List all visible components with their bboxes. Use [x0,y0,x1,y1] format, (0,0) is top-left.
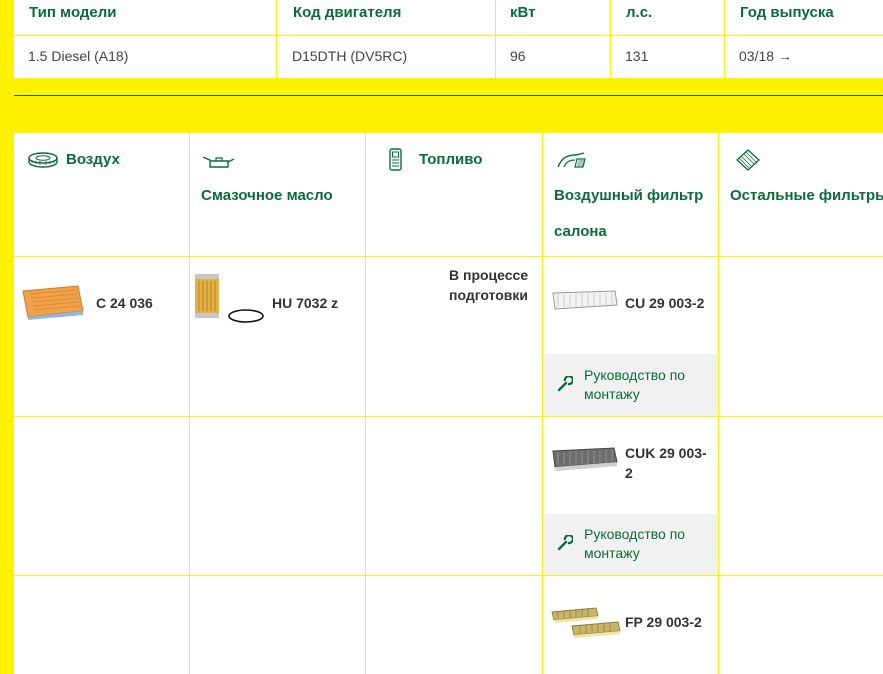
cabin-filter-product-image[interactable] [550,287,620,318]
cabin-part-number-line1[interactable]: CUK 29 003- [625,445,707,461]
category-other[interactable]: Остальные фильтры [730,187,883,204]
spec-col-divider [610,0,611,78]
oil-part-number[interactable]: HU 7032 z [272,295,338,311]
spec-header-kw: кВт [510,4,536,21]
spec-model-value: 1.5 Diesel (A18) [28,48,129,64]
installation-guide-link-line1[interactable]: Руководство по [584,525,685,544]
filter-row-divider [14,575,883,576]
spec-year-value: 03/18 → [739,48,792,64]
category-fuel[interactable]: Топливо [419,151,482,168]
filter-table: Воздух Смазочное масло Топливо Воздушный… [14,133,883,674]
category-cabin-line2[interactable]: салона [554,223,607,240]
wrench-icon [557,534,574,556]
spec-engine-value: D15DTH (DV5RC) [292,48,408,64]
spec-header-model: Тип модели [29,4,117,21]
spec-table: Тип модели Код двигателя кВт л.с. Год вы… [14,0,883,78]
installation-guide-link-line2[interactable]: монтажу [584,385,640,404]
air-filter-icon [27,151,59,174]
spec-header-hp: л.с. [626,4,653,21]
spec-header-year: Год выпуска [740,4,834,21]
installation-guide-link-line2[interactable]: монтажу [584,544,640,563]
spec-col-divider [276,0,277,78]
spec-row-divider [14,35,883,36]
air-filter-product-image[interactable] [20,283,86,326]
cabin-part-number-line2[interactable]: 2 [625,465,633,481]
filter-col-divider [718,133,719,674]
cabin-filter-product-image[interactable] [550,445,620,478]
filter-row-divider [14,416,883,417]
spec-header-engine: Код двигателя [293,4,402,21]
category-oil[interactable]: Смазочное масло [201,187,333,204]
green-divider [14,95,883,96]
oil-can-icon [200,151,236,174]
category-cabin-line1[interactable]: Воздушный фильтр [554,187,703,204]
cabin-part-number[interactable]: FP 29 003-2 [625,614,702,630]
cabin-filter-icon [556,149,588,176]
fuel-status-line2: подготовки [449,287,529,303]
spec-col-divider [495,0,496,78]
filter-row-divider [14,256,883,257]
spec-hp-value: 131 [625,48,649,64]
installation-guide-link-line1[interactable]: Руководство по [584,366,685,385]
wrench-icon [557,375,574,397]
oil-filter-product-image[interactable] [192,271,266,332]
fuel-status-line1: В процессе [449,267,529,283]
other-filters-icon [734,148,762,177]
cabin-filter-product-image[interactable] [550,604,622,645]
filter-col-divider [189,133,190,674]
category-air[interactable]: Воздух [66,151,120,168]
spec-col-divider [724,0,725,78]
cabin-part-number[interactable]: CU 29 003-2 [625,295,704,311]
spec-kw-value: 96 [510,48,526,64]
air-part-number[interactable]: C 24 036 [96,295,153,311]
fuel-pump-icon [388,147,404,178]
filter-col-divider [365,133,366,674]
